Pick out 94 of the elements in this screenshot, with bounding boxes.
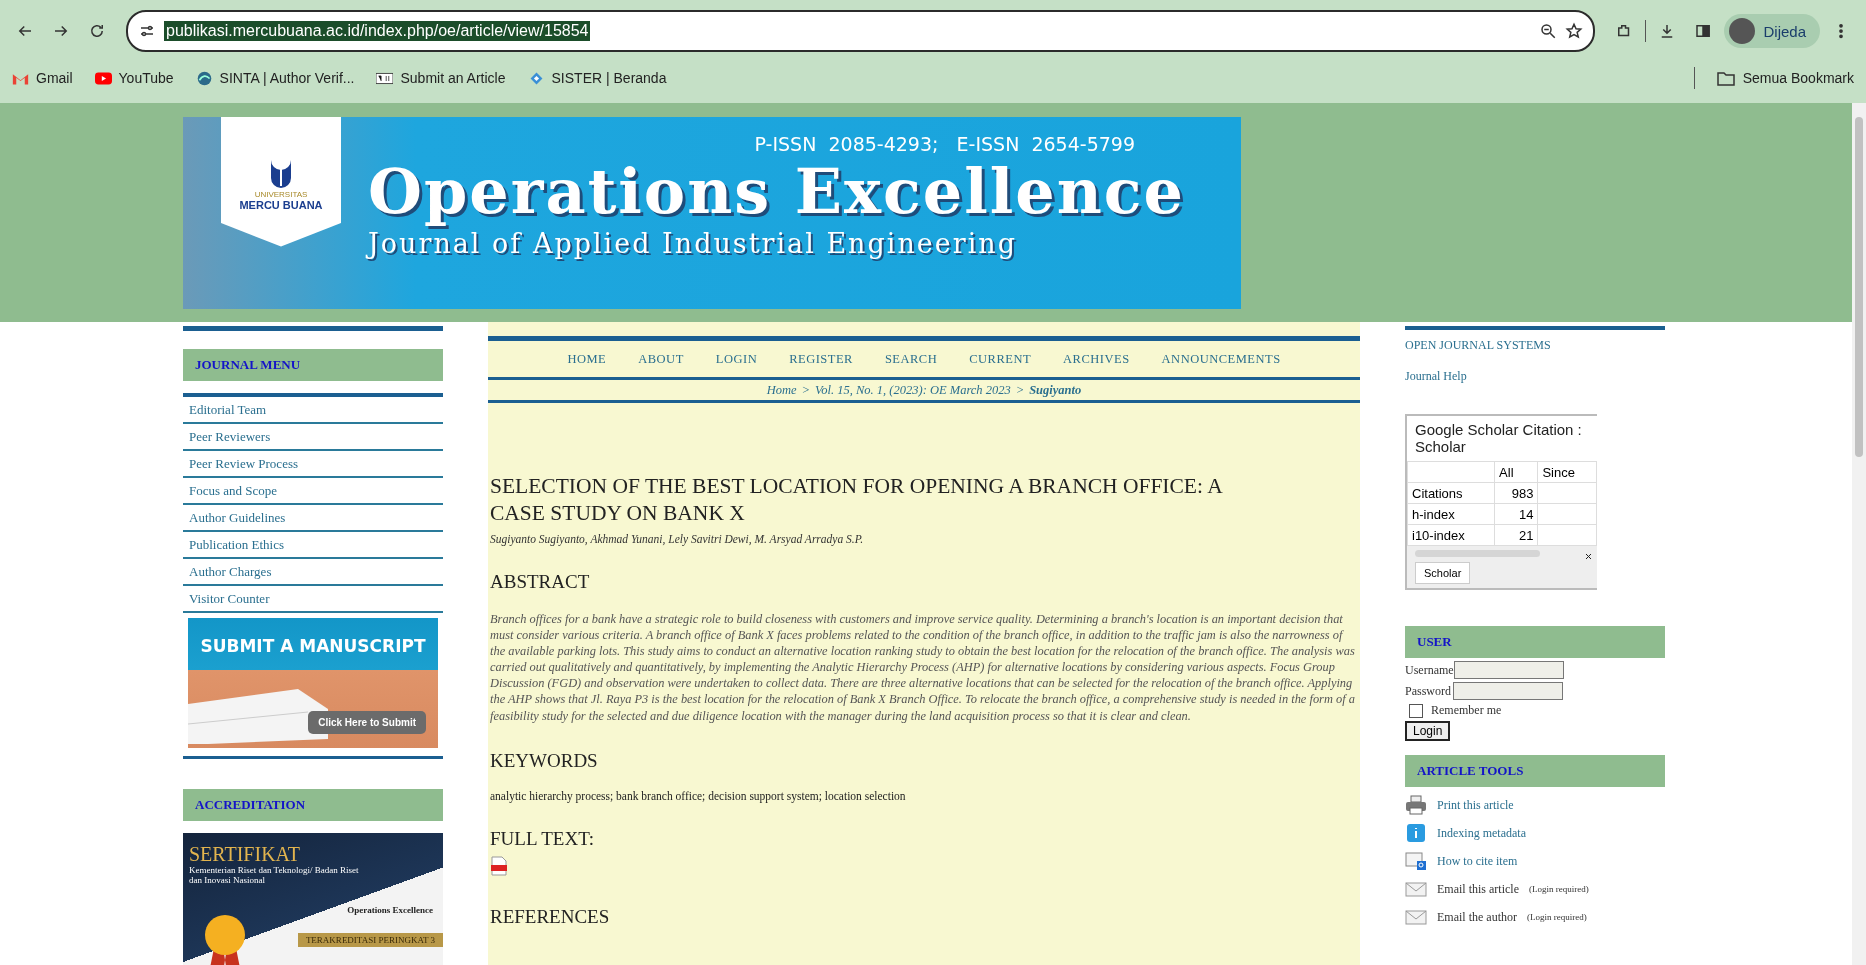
- nav-link[interactable]: ARCHIVES: [1063, 352, 1130, 367]
- medal-icon: [203, 913, 247, 965]
- table-cell: i10-index: [1407, 524, 1495, 546]
- bookmark[interactable]: Gmail: [12, 69, 73, 87]
- table-cell: 14: [1494, 503, 1538, 525]
- side-panel-icon[interactable]: [1694, 22, 1713, 40]
- table-cell: 983: [1494, 482, 1538, 504]
- help-link[interactable]: Journal Help: [1405, 369, 1665, 384]
- breadcrumb-separator: >: [1015, 383, 1025, 398]
- submit-manuscript-banner[interactable]: SUBMIT A MANUSCRIPT Click Here to Submit: [188, 618, 438, 748]
- certificate-ribbon: TERAKREDITASI PERINGKAT 3: [297, 933, 443, 947]
- printer-icon: [1405, 795, 1427, 815]
- login-note: (Login required): [1529, 884, 1589, 894]
- breadcrumb-separator: >: [801, 383, 810, 398]
- star-icon[interactable]: [1565, 22, 1584, 40]
- nav-link[interactable]: HOME: [567, 352, 607, 367]
- menu-link[interactable]: Peer Review Process: [183, 451, 443, 478]
- bookmark[interactable]: SISTER | Beranda: [527, 69, 667, 87]
- table-cell: h-index: [1407, 503, 1495, 525]
- issn-text: P-ISSN 2085-4293; E-ISSN 2654-5799: [754, 132, 1135, 155]
- profile-button[interactable]: Dijeda: [1724, 14, 1820, 48]
- table-cell: 21: [1494, 524, 1538, 546]
- address-bar[interactable]: publikasi.mercubuana.ac.id/index.php/oe/article/view/15854: [126, 10, 1596, 52]
- menu-link[interactable]: Editorial Team: [183, 397, 443, 424]
- document-search-icon: [1405, 851, 1427, 871]
- section-heading: KEYWORDS: [490, 749, 599, 772]
- nav-link[interactable]: CURRENT: [969, 352, 1032, 367]
- menu-link[interactable]: Publication Ethics: [183, 532, 443, 559]
- tool-link[interactable]: Email this article: [1437, 881, 1519, 897]
- globe-icon: [195, 69, 213, 87]
- menu-link[interactable]: Author Guidelines: [183, 505, 443, 532]
- certificate-subtitle: Kementerian Riset dan Teknologi/ Badan Riset dan Inovasi Nasional: [189, 866, 359, 886]
- column-header: Since: [1537, 461, 1597, 483]
- abstract-text: Branch offices for a bank have a strategic role to build closeness with customers and improve service quality. Determining a branch's location is an important decision that must consider various criteria. A branch office of Bank X faces problems related to the condition of the branch office, in addition to the traffic jam is also the narrowness of the available parking lots. This study aims to conduct an alternative location ranking study to obtain the best location for the relocation of the branch office. The analysis was carried out qualitatively and quantitatively, by implementing the Analytic Hierarchy Process (AHP) for alternative locations by considering various aspects. Focus Group Discussion (FGD) and observation were undertaken to collect data. There are three alternative locations that can be selected for the relocation of the branch office. Applying the AHP shows that Jl. Raya P3 is the best location for the relocation of Bank X Branch Office. To relocate the branch office, a comprehensive study is needed in the form of a feasibility study for the selected and due diligence location with the manager during the land acquisition process so that it is clear and clean.: [490, 610, 1356, 724]
- tool-link[interactable]: How to cite item: [1437, 853, 1518, 869]
- bookmark[interactable]: Submit an Article: [376, 69, 506, 87]
- table-cell: Citations: [1407, 482, 1495, 504]
- section-heading: REFERENCES: [490, 905, 611, 928]
- bookmark[interactable]: YouTube: [94, 69, 174, 87]
- username-field[interactable]: [1453, 661, 1564, 679]
- section-heading: ABSTRACT: [490, 570, 591, 593]
- info-icon: [1405, 823, 1427, 843]
- bookmark[interactable]: SINTA | Author Verif...: [195, 69, 355, 87]
- envelope-icon: [1405, 907, 1427, 927]
- article-tools-heading: ARTICLE TOOLS: [1405, 755, 1665, 787]
- submit-link[interactable]: Click Here to Submit: [308, 711, 426, 734]
- folder-icon: [1716, 70, 1735, 86]
- widget-title: Google Scholar Citation : Scholar: [1414, 420, 1583, 457]
- article-title: SELECTION OF THE BEST LOCATION FOR OPENING A BRANCH OFFICE: A CASE STUDY ON BANK X: [490, 473, 1223, 527]
- scholar-tab[interactable]: Scholar: [1415, 562, 1471, 584]
- zoom-icon[interactable]: [1539, 22, 1558, 40]
- article-authors: Sugiyanto Sugiyanto, Akhmad Yunani, Lely Savitri Dewi, M. Arsyad Arradya S.P.: [490, 532, 865, 545]
- close-icon[interactable]: [1586, 554, 1591, 559]
- journal-menu-heading: JOURNAL MENU: [183, 349, 443, 381]
- breadcrumb-link[interactable]: Sugiyanto: [1029, 383, 1082, 398]
- password-field[interactable]: [1453, 682, 1563, 700]
- tool-link[interactable]: Email the author: [1437, 909, 1517, 925]
- nav-link[interactable]: REGISTER: [789, 352, 853, 367]
- tool-link[interactable]: Print this article: [1437, 797, 1514, 813]
- logo-caption: UNIVERSITAS: [254, 189, 308, 199]
- reload-icon[interactable]: [88, 22, 106, 40]
- menu-link[interactable]: Peer Reviewers: [183, 424, 443, 451]
- nav-link[interactable]: LOGIN: [715, 352, 758, 367]
- login-note: (Login required): [1527, 912, 1587, 922]
- nav-link[interactable]: ANNOUNCEMENTS: [1161, 352, 1281, 367]
- nav-link[interactable]: ABOUT: [638, 352, 684, 367]
- all-bookmarks[interactable]: Semua Bookmark: [1716, 70, 1854, 86]
- banner-title: SUBMIT A MANUSCRIPT: [200, 636, 426, 656]
- breadcrumb-link[interactable]: Home: [766, 383, 797, 398]
- field-label: Username: [1405, 662, 1454, 678]
- accreditation-heading: ACCREDITATION: [183, 789, 443, 821]
- login-button[interactable]: Login: [1405, 721, 1451, 741]
- pdf-icon[interactable]: [490, 855, 508, 876]
- logo-text: MERCU BUANA: [239, 198, 323, 211]
- journal-title: Operations Excellence: [368, 154, 1185, 228]
- envelope-icon: [1405, 879, 1427, 899]
- user-heading: USER: [1405, 626, 1665, 658]
- menu-link[interactable]: Visitor Counter: [183, 586, 443, 613]
- column-header: All: [1494, 461, 1538, 483]
- field-label: Password: [1405, 683, 1451, 699]
- tool-link[interactable]: Indexing metadata: [1437, 825, 1526, 841]
- nav-link[interactable]: SEARCH: [884, 352, 938, 367]
- section-heading: FULL TEXT:: [490, 827, 596, 850]
- checkbox[interactable]: [1409, 703, 1423, 718]
- keywords-text: analytic hierarchy process; bank branch office; decision support system; location selection: [490, 789, 907, 802]
- certificate-journal: Operations Excellence: [347, 905, 433, 915]
- menu-link[interactable]: Author Charges: [183, 559, 443, 586]
- checkbox-label: Remember me: [1431, 703, 1502, 718]
- scrollbar[interactable]: [1852, 103, 1866, 965]
- ojs-link[interactable]: OPEN JOURNAL SYSTEMS: [1405, 338, 1665, 353]
- menu-link[interactable]: Focus and Scope: [183, 478, 443, 505]
- breadcrumb-link[interactable]: Vol. 15, No. 1, (2023): OE March 2023: [815, 383, 1011, 398]
- certificate-title: SERTIFIKAT: [189, 843, 302, 866]
- scrollbar[interactable]: [1415, 550, 1540, 557]
